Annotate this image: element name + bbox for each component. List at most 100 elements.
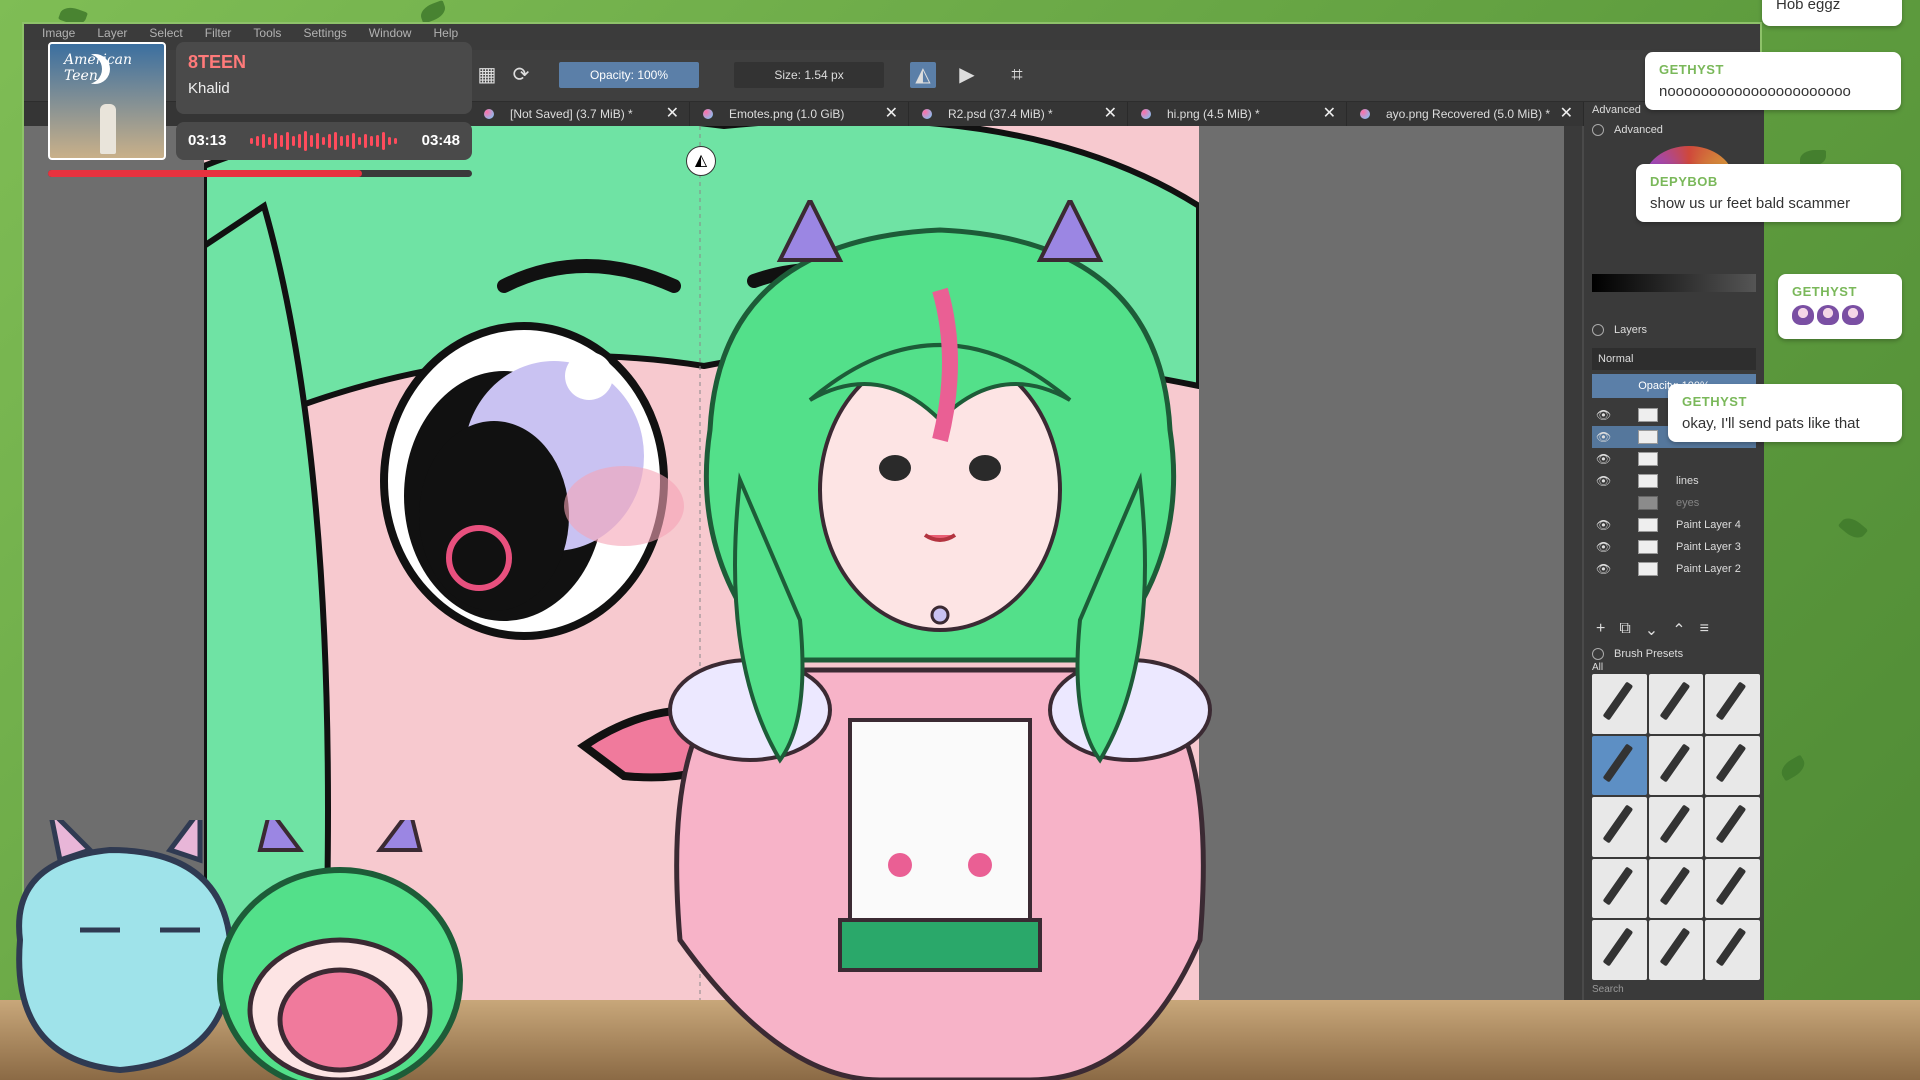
eye-icon[interactable]: 👁 <box>1596 404 1611 426</box>
document-tab[interactable]: hi.png (4.5 MiB) * ✕ <box>1129 102 1347 126</box>
layer-menu-icon[interactable]: ≡ <box>1700 620 1709 644</box>
vtuber-avatar <box>668 200 1212 1080</box>
document-tab[interactable]: R2.psd (37.4 MiB) * ✕ <box>910 102 1128 126</box>
advanced-color-selector-title: Advanced <box>1584 120 1764 140</box>
mascot-characters <box>16 820 463 1080</box>
vertical-scrollbar[interactable] <box>1564 126 1582 1009</box>
reload-icon[interactable]: ⟳ <box>508 62 534 88</box>
close-icon[interactable]: ✕ <box>1560 102 1573 126</box>
duplicate-layer-icon[interactable]: ⧉ <box>1619 620 1630 644</box>
leaf-decoration <box>1837 513 1869 543</box>
brush-filter-select[interactable]: All <box>1592 662 1603 673</box>
leaf-decoration <box>418 0 448 24</box>
tab-label: ayo.png Recovered (5.0 MiB) * <box>1386 107 1551 121</box>
close-icon[interactable]: ✕ <box>1323 102 1336 126</box>
brush-preset[interactable] <box>1705 797 1760 857</box>
panel-title: Brush Presets <box>1614 648 1684 660</box>
brush-preset[interactable] <box>1648 797 1704 857</box>
gradient-bar[interactable] <box>1592 274 1756 292</box>
chat-emotes <box>1792 305 1888 329</box>
tab-label: R2.psd (37.4 MiB) * <box>948 107 1053 121</box>
brush-preset[interactable] <box>1648 858 1704 919</box>
brush-preset[interactable] <box>1705 674 1760 734</box>
layer-row[interactable]: 👁 Paint Layer 3 <box>1592 536 1756 558</box>
mirror-horizontal-icon[interactable]: ◭ <box>910 62 936 88</box>
waveform-bar <box>382 132 385 150</box>
album-cover: American Teen <box>48 42 166 160</box>
brush-preset[interactable] <box>1705 735 1760 796</box>
layer-row[interactable]: 👁 <box>1592 448 1756 470</box>
checkerboard-icon[interactable]: ▦ <box>474 62 500 88</box>
close-icon[interactable]: ✕ <box>1104 102 1117 126</box>
brush-preset-selected[interactable] <box>1592 735 1647 796</box>
waveform-bar <box>358 137 361 145</box>
waveform-bar <box>376 135 379 147</box>
brush-preset[interactable] <box>1592 674 1647 734</box>
waveform-bar <box>370 136 373 146</box>
waveform-bar <box>388 137 391 145</box>
brush-preset[interactable] <box>1592 797 1647 857</box>
chat-text: noooooooooooooooooooooo <box>1659 83 1851 100</box>
krita-doc-icon <box>922 109 932 119</box>
tab-label: [Not Saved] (3.7 MiB) * <box>510 107 633 121</box>
document-tab[interactable]: Emotes.png (1.0 GiB) ✕ <box>691 102 909 126</box>
brush-preset[interactable] <box>1648 674 1704 734</box>
waveform-bar <box>316 133 319 149</box>
layer-row[interactable]: 👁 Paint Layer 4 <box>1592 514 1756 536</box>
waveform-bar <box>328 134 331 148</box>
eye-icon[interactable]: 👁 <box>1596 536 1611 558</box>
stream-scene: Image Layer Select Filter Tools Settings… <box>0 0 1920 1080</box>
layer-row[interactable]: 👁 Paint Layer 2 <box>1592 558 1756 580</box>
move-up-icon[interactable]: ⌃ <box>1672 620 1685 644</box>
waveform-bar <box>298 134 301 148</box>
song-info-card: 8TEEN Khalid <box>176 42 472 114</box>
brush-preset[interactable] <box>1705 858 1760 919</box>
emote-icon <box>1792 305 1814 325</box>
brush-presets-title: Brush Presets <box>1584 644 1764 664</box>
audio-waveform <box>250 130 400 152</box>
brush-preset[interactable] <box>1648 735 1704 796</box>
eye-icon[interactable]: 👁 <box>1596 426 1611 448</box>
brush-preset[interactable] <box>1592 920 1647 980</box>
close-icon[interactable]: ✕ <box>666 102 679 126</box>
chat-username: GETHYST <box>1659 62 1724 77</box>
right-dock: Advanced Advanced Layers Normal Opacity:… <box>1584 102 1764 1009</box>
time-card: 03:13 03:48 <box>176 122 472 160</box>
brush-preset[interactable] <box>1705 920 1760 980</box>
move-down-icon[interactable]: ⌄ <box>1645 620 1658 644</box>
brush-preset[interactable] <box>1648 920 1704 980</box>
krita-doc-icon <box>703 109 713 119</box>
crop-icon[interactable]: ⌗ <box>1004 62 1030 88</box>
opacity-slider[interactable]: Opacity: 100% <box>559 62 699 88</box>
close-icon[interactable]: ✕ <box>885 102 898 126</box>
layer-thumbnail <box>1638 430 1658 444</box>
eye-icon[interactable]: 👁 <box>1596 558 1611 580</box>
chat-text: okay, I'll send pats like that <box>1682 415 1860 432</box>
layer-row[interactable]: eyes <box>1592 492 1756 514</box>
mirror-vertical-icon[interactable]: ▶ <box>954 62 980 88</box>
eye-icon[interactable]: 👁 <box>1596 514 1611 536</box>
tab-label: hi.png (4.5 MiB) * <box>1167 107 1260 121</box>
layer-name: Paint Layer 4 <box>1676 519 1741 531</box>
song-progress-track <box>48 170 472 177</box>
krita-doc-icon <box>1141 109 1151 119</box>
eye-icon[interactable]: 👁 <box>1596 448 1611 470</box>
mirror-axis-handle[interactable]: ◭ <box>686 146 716 176</box>
waveform-bar <box>364 134 367 148</box>
document-tab[interactable]: ayo.png Recovered (5.0 MiB) * ✕ <box>1348 102 1584 126</box>
waveform-bar <box>340 136 343 146</box>
document-tab[interactable]: [Not Saved] (3.7 MiB) * ✕ <box>472 102 690 126</box>
waveform-bar <box>334 132 337 150</box>
layer-row[interactable]: 👁 lines <box>1592 470 1756 492</box>
size-slider[interactable]: Size: 1.54 px <box>734 62 884 88</box>
blend-mode-select[interactable]: Normal <box>1592 348 1756 370</box>
waveform-bar <box>352 133 355 149</box>
song-title: 8TEEN <box>188 52 247 72</box>
emote-icon <box>1842 305 1864 325</box>
layer-thumbnail <box>1638 452 1658 466</box>
brush-preset[interactable] <box>1592 858 1647 919</box>
eye-icon[interactable]: 👁 <box>1596 470 1611 492</box>
moon-icon <box>72 54 102 84</box>
add-layer-icon[interactable]: + <box>1596 620 1605 644</box>
layers-panel-title: Layers <box>1584 320 1764 340</box>
